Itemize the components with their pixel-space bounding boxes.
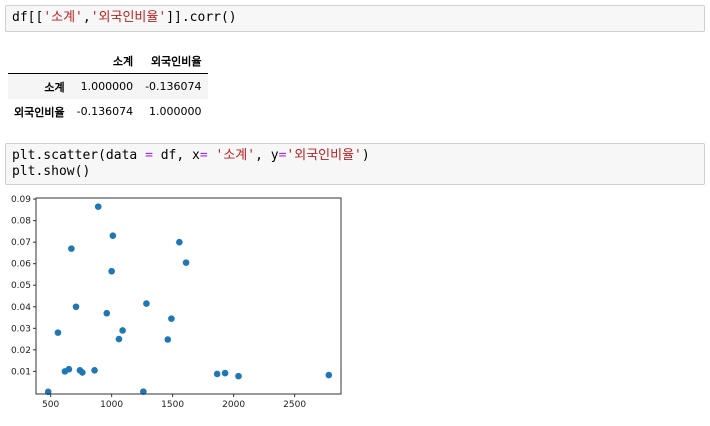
table-cell: 1.000000 [149,105,202,118]
scatter-point [176,238,183,246]
scatter-point [68,245,75,252]
code-token: '외국인비율' [90,10,167,25]
code-token: '외국인비율' [286,148,362,163]
scatter-point [65,365,73,373]
y-tick-label: 0.09 [11,195,31,205]
scatter-point [119,327,126,334]
scatter-point [103,309,111,317]
scatter-point [108,267,115,275]
table-row: 외국인비율 -0.136074 1.000000 [8,99,208,124]
scatter-point [164,336,172,343]
scatter-point [72,303,80,311]
index-header [8,48,71,74]
scatter-point [325,371,333,379]
code-cell-corr[interactable]: df[['소계','외국인비율']].corr() [5,5,705,32]
scatter-point [115,335,123,343]
scatter-point [94,203,102,210]
plot-frame [35,197,342,395]
code-line: df[['소계','외국인비율']].corr() [12,10,237,25]
table-cell: -0.136074 [145,80,202,93]
y-tick-label: 0.05 [11,281,31,291]
table-cell: -0.136074 [76,105,134,118]
code-token: df, x [152,148,200,163]
scatter-point [143,300,150,307]
scatter-plot: 500 1000 1500 2000 2500 0.01 0.02 0.03 0.04 0.05 0… [11,195,342,410]
code-token: = [199,148,208,163]
x-tick-label: 500 [42,400,59,410]
scatter-point [235,372,242,380]
table-row: 소계 1.000000 -0.136074 [8,73,208,99]
code-line: plt.show() [12,164,698,180]
column-header: 소계 [70,48,140,74]
scatter-point [109,232,117,239]
y-tick-label: 0.07 [11,238,31,248]
row-index: 외국인비율 [14,105,65,119]
code-token: ]].corr() [166,10,237,25]
y-tick-label: 0.06 [11,260,31,270]
scatter-point [91,367,98,374]
scatter-point [79,369,86,376]
x-tick-label: 2500 [283,400,306,410]
correlation-table: 소계 외국인비율 소계 1.000000 -0.136074 외국인비율 -0.… [8,48,208,124]
y-tick-label: 0.03 [11,324,31,334]
y-tick-label: 0.04 [11,303,31,313]
table-cell: 1.000000 [80,80,134,93]
row-index: 소계 [44,80,65,94]
code-line: plt.scatter(data = df, x= '소계', y='외국인비율… [12,148,698,164]
scatter-point [168,315,175,322]
x-tick-label: 1500 [161,400,184,410]
code-token: df[[ [12,10,44,25]
scatter-point [54,329,62,336]
axis-ticks: 500 1000 1500 2000 2500 0.01 0.02 0.03 0.04 0.05 0… [11,195,306,410]
code-token: plt.scatter(data [12,148,146,163]
y-tick-label: 0.02 [11,346,31,356]
code-token: , y [255,148,279,163]
code-token: ) [361,148,370,163]
scatter-point [182,259,190,266]
y-tick-label: 0.08 [11,217,31,227]
code-token: plt.show() [12,164,91,179]
x-tick-label: 2000 [222,400,245,410]
code-token: '소계' [215,148,256,163]
scatter-point [221,369,229,377]
scatter-point [213,370,221,378]
scatter-points [44,203,333,396]
table-header-row: 소계 외국인비율 [8,48,208,74]
code-token: , [82,10,91,25]
x-tick-label: 1000 [100,400,123,410]
code-cell-scatter[interactable]: plt.scatter(data = df, x= '소계', y='외국인비율… [5,143,705,185]
code-token: = [145,148,153,163]
column-header: 외국인비율 [139,48,208,74]
code-token: '소계' [43,10,83,25]
y-tick-label: 0.01 [11,367,31,377]
